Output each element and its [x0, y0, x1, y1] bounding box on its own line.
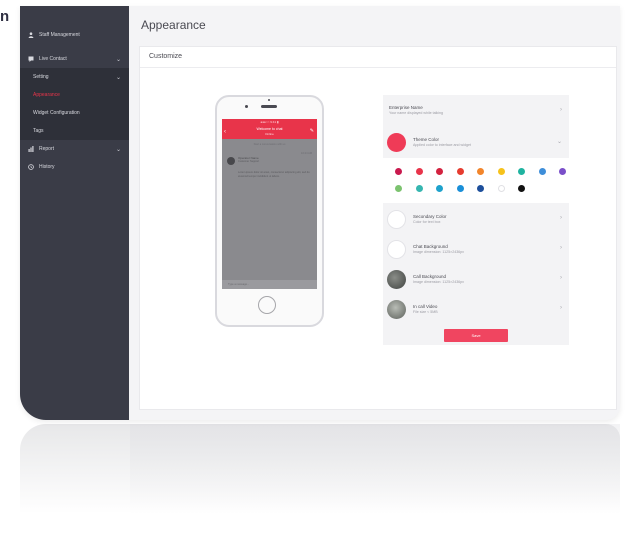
message-time: 10:24 AM: [301, 152, 312, 155]
chevron-right-icon: ›: [560, 215, 562, 221]
setting-description: Color for text box: [413, 220, 441, 224]
palette-color-swatch[interactable]: [518, 168, 525, 175]
setting-label: In call Video: [413, 304, 438, 309]
palette-color-swatch[interactable]: [497, 185, 505, 192]
sidebar-item-tags[interactable]: Tags: [20, 122, 129, 140]
palette-color-swatch[interactable]: [415, 185, 423, 192]
sidebar-item-label: Staff Management: [39, 32, 80, 38]
setting-in-call-video[interactable]: In call Video File size < 5MB ›: [383, 295, 569, 325]
chevron-right-icon: ›: [560, 245, 562, 251]
settings-panel: Enterprise Name Your name displayed whil…: [383, 95, 569, 345]
chevron-right-icon: ›: [560, 275, 562, 281]
palette-color-swatch[interactable]: [559, 168, 566, 175]
edit-icon: ✎: [309, 128, 314, 134]
phone-screen: ●●●○○ 9:41 ▮ ‹ Welcome to chat Online ✎ …: [222, 119, 317, 289]
chart-icon: [28, 146, 34, 152]
sidebar-item-label: Widget Configuration: [33, 110, 80, 116]
palette-color-swatch[interactable]: [395, 185, 402, 192]
palette-color-swatch[interactable]: [415, 168, 423, 175]
setting-theme-color[interactable]: Theme Color Applied color to interface a…: [383, 128, 569, 158]
person-icon: [28, 32, 34, 38]
sidebar: Staff Management Live Contact ⌄ Setting …: [20, 6, 129, 420]
chat-header-subtitle: Online: [265, 132, 274, 136]
palette-color-swatch[interactable]: [436, 168, 443, 175]
sidebar-item-setting[interactable]: Setting ⌄: [20, 68, 129, 86]
chat-icon: [28, 56, 34, 62]
sidebar-item-label: Tags: [33, 128, 44, 134]
chat-header-title: Welcome to chat: [256, 127, 283, 131]
chevron-right-icon: ›: [560, 305, 562, 311]
setting-description: File size < 5MB: [413, 310, 438, 314]
palette-color-swatch[interactable]: [497, 168, 505, 175]
setting-description: Applied color to interface and widget: [413, 143, 471, 147]
sidebar-item-history[interactable]: History: [20, 158, 129, 176]
chevron-down-icon: ⌄: [556, 139, 562, 145]
sidebar-item-widget-configuration[interactable]: Widget Configuration: [20, 104, 129, 122]
chat-announcement: Start a conversation with us: [253, 143, 286, 146]
setting-call-background[interactable]: Call Background Image dimension: 1125×24…: [383, 265, 569, 295]
setting-enterprise-name[interactable]: Enterprise Name Your name displayed whil…: [383, 97, 569, 127]
brand-fragment: n: [0, 8, 10, 25]
setting-label: Secondary Color: [413, 214, 447, 219]
setting-label: Chat Background: [413, 244, 448, 249]
card-header: Customize: [140, 47, 616, 68]
theme-color-swatch: [387, 133, 406, 152]
chat-input-bar: Type a message...: [222, 280, 317, 289]
customize-card: Customize ●●●○○ 9:41 ▮ ‹ Welcome to chat…: [139, 46, 617, 410]
palette-color-swatch[interactable]: [456, 185, 464, 192]
chat-input-placeholder: Type a message...: [228, 283, 250, 286]
setting-label: Theme Color: [413, 137, 440, 142]
sidebar-item-label: Report: [39, 146, 55, 152]
setting-description: Image dimension: 1125×2436px: [413, 280, 464, 284]
phone-speaker: [261, 105, 277, 108]
palette-color-swatch[interactable]: [477, 168, 484, 175]
secondary-color-swatch: [387, 210, 406, 229]
call-background-thumbnail: [387, 270, 406, 289]
palette-color-swatch[interactable]: [538, 168, 546, 175]
frame-reflection: [20, 424, 620, 514]
sidebar-item-report[interactable]: Report ⌄: [20, 140, 129, 158]
sidebar-item-label: Setting: [33, 74, 49, 80]
setting-label: Enterprise Name: [389, 105, 423, 110]
save-button[interactable]: Save: [444, 329, 508, 342]
card-title: Customize: [149, 53, 183, 60]
phone-preview: ●●●○○ 9:41 ▮ ‹ Welcome to chat Online ✎ …: [215, 95, 324, 327]
chevron-down-icon: ⌄: [115, 146, 121, 153]
color-palette: [383, 158, 569, 203]
chevron-down-icon: ⌄: [115, 74, 121, 81]
history-icon: [28, 164, 34, 170]
chat-background-thumbnail: [387, 240, 406, 259]
chevron-down-icon: ⌄: [115, 56, 121, 63]
camera-dot: [268, 99, 270, 101]
sidebar-item-staff-management[interactable]: Staff Management: [20, 26, 129, 44]
agent-subtitle: Customer Support: [238, 160, 260, 163]
chat-message: Lorem ipsum dolor sit amet, consectetur …: [238, 171, 310, 178]
sidebar-item-label: Live Contact: [39, 56, 67, 62]
setting-chat-background[interactable]: Chat Background Image dimension: 1125×24…: [383, 235, 569, 265]
sensor-dot: [245, 105, 248, 108]
chat-header: ‹ Welcome to chat Online ✎: [222, 125, 317, 139]
palette-color-swatch[interactable]: [456, 168, 464, 175]
sidebar-item-live-contact[interactable]: Live Contact ⌄: [20, 50, 129, 68]
sidebar-item-appearance[interactable]: Appearance: [20, 86, 129, 104]
sidebar-item-label: Appearance: [33, 92, 60, 98]
palette-color-swatch[interactable]: [436, 185, 443, 192]
setting-description: Image dimension: 1125×2436px: [413, 250, 464, 254]
page-title: Appearance: [141, 18, 206, 32]
palette-color-swatch[interactable]: [518, 185, 525, 192]
video-thumbnail: [387, 300, 406, 319]
home-button: [258, 296, 276, 314]
app-window: Staff Management Live Contact ⌄ Setting …: [20, 6, 620, 420]
setting-secondary-color[interactable]: Secondary Color Color for text box ›: [383, 205, 569, 235]
sidebar-item-label: History: [39, 164, 55, 170]
main-content: Appearance Customize ●●●○○ 9:41 ▮ ‹ Welc…: [129, 6, 620, 420]
setting-description: Your name displayed while talking: [389, 111, 444, 115]
palette-color-swatch[interactable]: [395, 168, 402, 175]
setting-label: Call Background: [413, 274, 447, 279]
chevron-right-icon: ›: [560, 107, 562, 113]
agent-avatar: [227, 157, 235, 165]
reflection-main: [130, 424, 620, 514]
palette-color-swatch[interactable]: [477, 185, 484, 192]
